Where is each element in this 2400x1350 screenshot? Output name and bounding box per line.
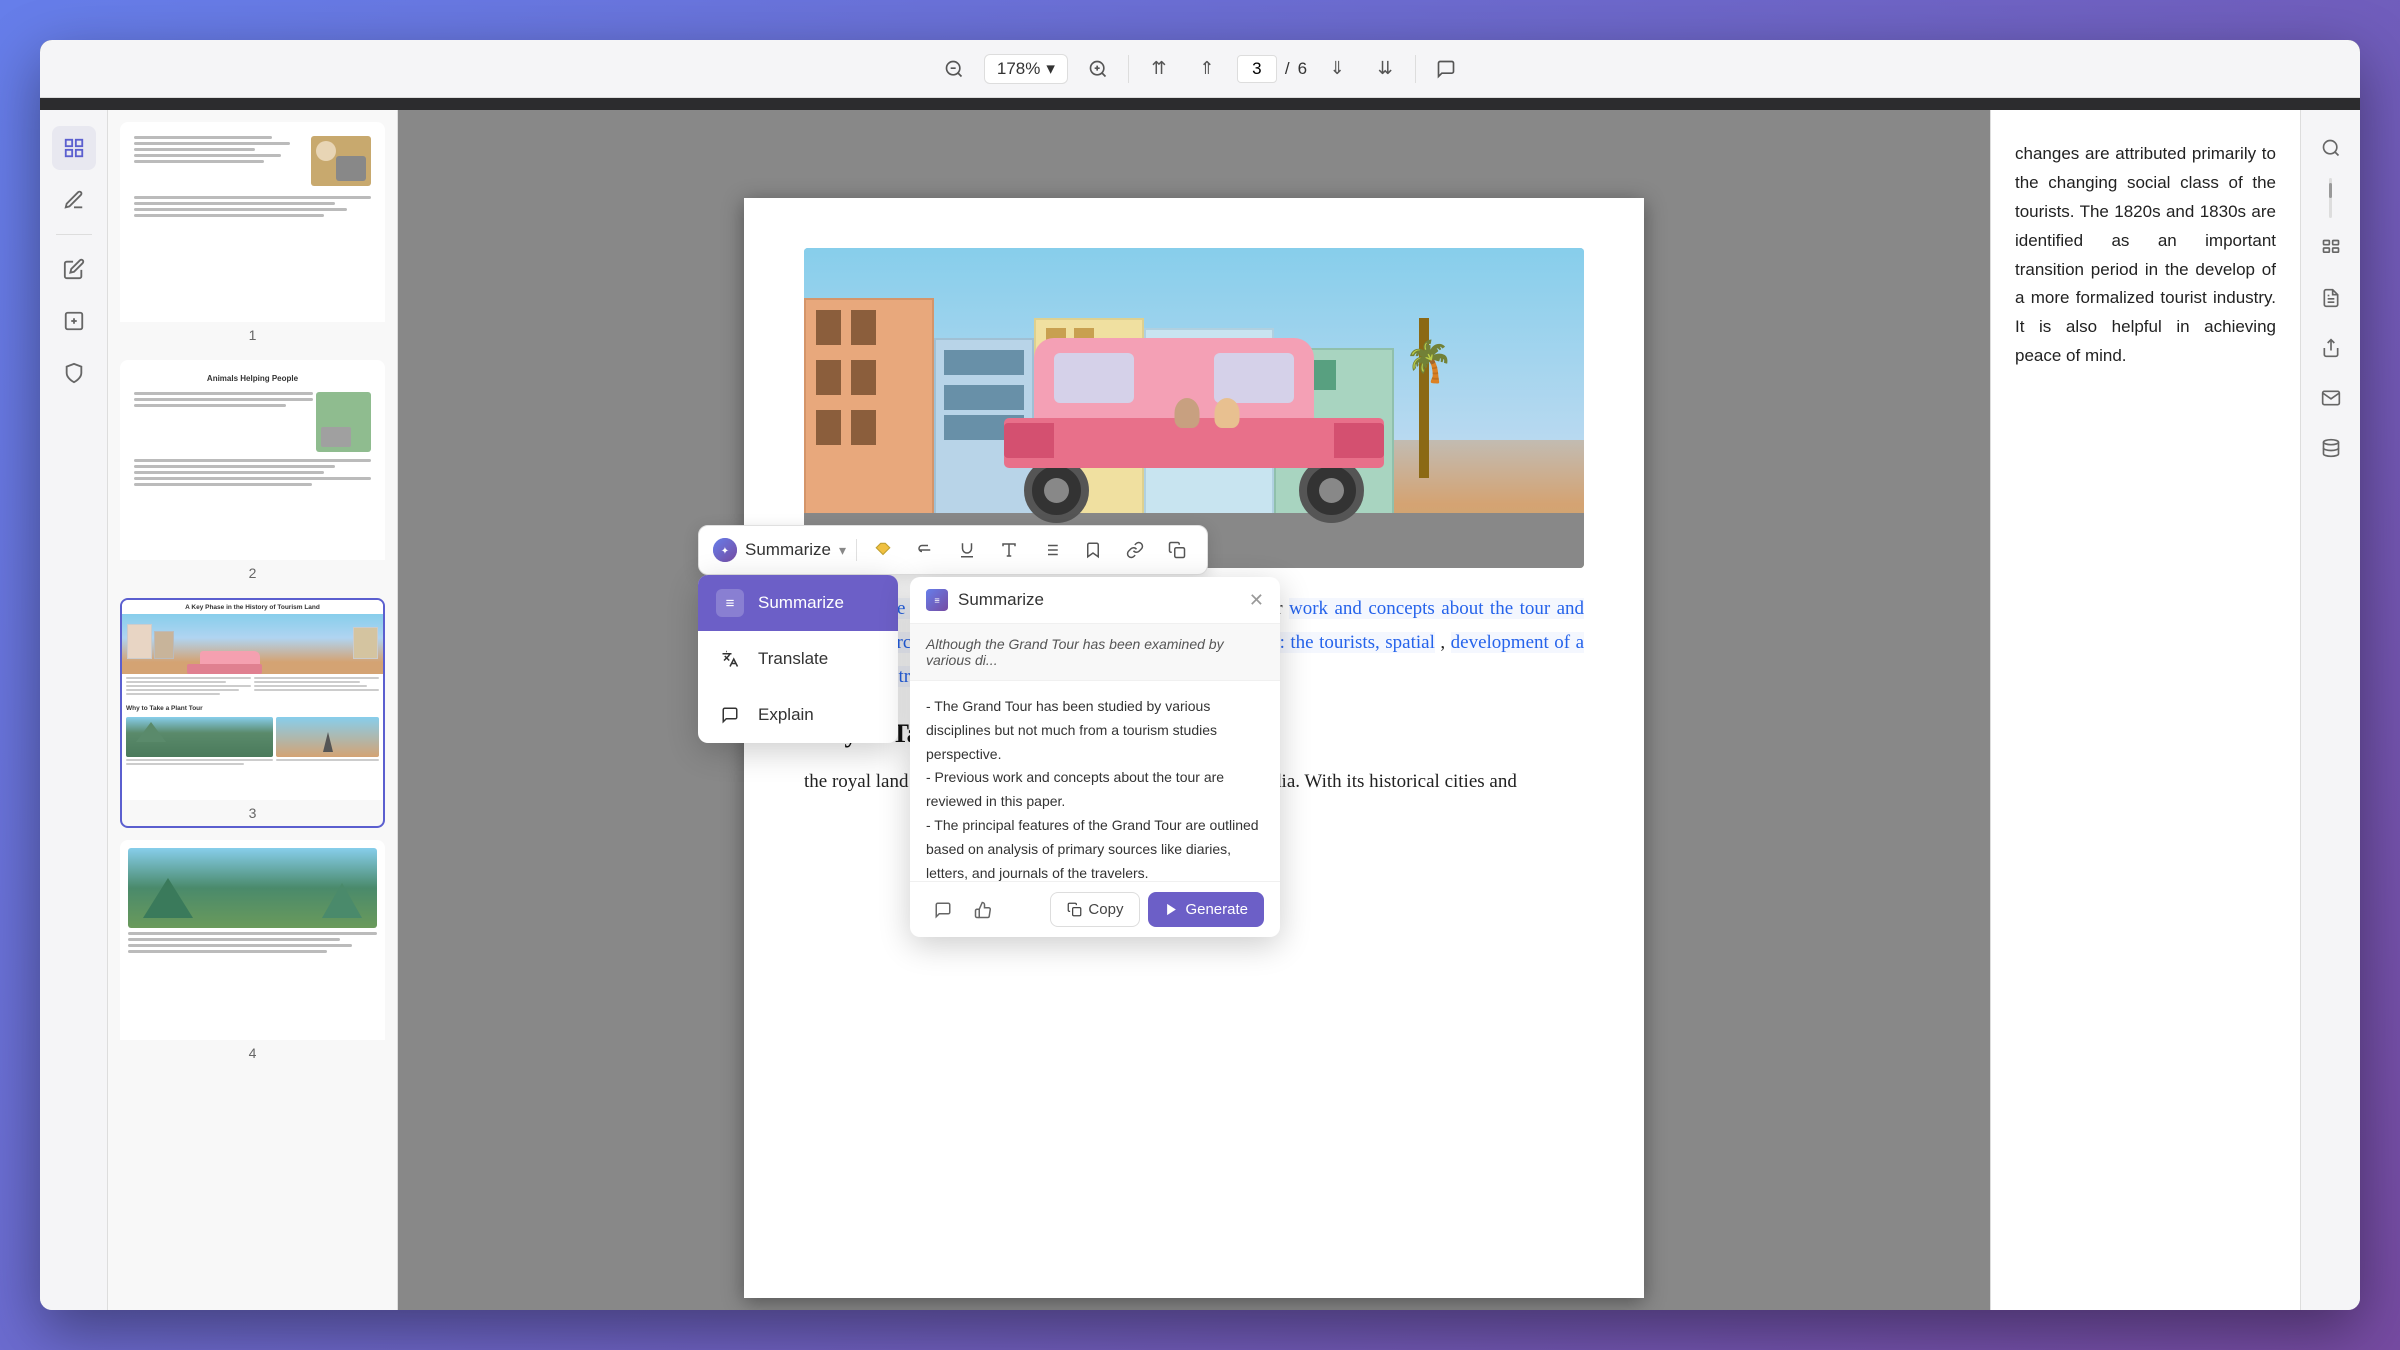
bookmark-btn[interactable] — [1077, 534, 1109, 566]
sidebar-thumbnails-btn[interactable] — [52, 126, 96, 170]
summarize-panel-content: - The Grand Tour has been studied by var… — [910, 681, 1280, 881]
thumbnail-page-3[interactable]: A Key Phase in the History of Tourism La… — [120, 598, 385, 828]
thumb-1-image — [120, 122, 385, 322]
summarize-panel-footer: Copy Generate — [910, 881, 1280, 937]
copy-result-btn[interactable]: Copy — [1050, 892, 1140, 927]
panel-title-text: Summarize — [958, 590, 1044, 610]
scroll-indicator — [2309, 176, 2353, 220]
unselected-text-5: , — [1440, 632, 1450, 653]
summarize-panel-title: ≡ Summarize — [926, 589, 1044, 611]
share-right-btn[interactable] — [2309, 326, 2353, 370]
svg-text:≡: ≡ — [934, 596, 939, 606]
summarize-menu-label: Summarize — [758, 593, 844, 613]
svg-text:✦: ✦ — [721, 546, 729, 557]
summarize-panel-preview: Although the Grand Tour has been examine… — [910, 624, 1280, 681]
app-window: UPDF File Help ▾ pets report ✕ + ⌄ B — [40, 40, 2360, 1310]
feedback-btn[interactable] — [926, 893, 960, 927]
text-btn[interactable] — [993, 534, 1025, 566]
right-panel-text: changes are attributed primarily to the … — [2015, 140, 2276, 371]
copy-icon-btn[interactable] — [1161, 534, 1193, 566]
link-btn[interactable] — [1119, 534, 1151, 566]
highlight-btn[interactable] — [867, 534, 899, 566]
thumb-2-image: Animals Helping People — [120, 360, 385, 560]
explain-menu-icon — [716, 701, 744, 729]
summarize-icon: ✦ — [713, 538, 737, 562]
thumb-1-label: 1 — [120, 322, 385, 348]
pdf-hero-image: 🌴 — [804, 248, 1584, 568]
dropdown-translate[interactable]: Translate — [698, 631, 898, 687]
summary-text: - The Grand Tour has been studied by var… — [926, 695, 1264, 881]
pdf-area: 🌴 — [398, 110, 1990, 1310]
right-tools — [2300, 110, 2360, 1310]
car-scene: 🌴 — [804, 248, 1584, 568]
summarize-result-panel: ≡ Summarize ✕ Although the Grand Tour ha… — [910, 577, 1280, 937]
summarize-main-btn[interactable]: ✦ Summarize ▾ — [713, 538, 846, 562]
sidebar-protect-btn[interactable] — [52, 351, 96, 395]
thumb-3-label: 3 — [122, 800, 383, 826]
thumb-4-image — [120, 840, 385, 1040]
summarize-dropdown: ≡ Summarize Translate — [698, 575, 898, 743]
export-right-btn[interactable] — [2309, 276, 2353, 320]
sidebar-icons — [40, 110, 108, 1310]
summarize-menu-icon: ≡ — [716, 589, 744, 617]
translate-menu-icon — [716, 645, 744, 673]
explain-menu-label: Explain — [758, 705, 814, 725]
thumbnail-panel: 1 Animals Helping People — [108, 110, 398, 1310]
summarize-dropdown-arrow: ▾ — [839, 542, 846, 559]
thumb-up-btn[interactable] — [966, 893, 1000, 927]
thumbnail-right-btn[interactable] — [2309, 226, 2353, 270]
generate-btn-label: Generate — [1185, 901, 1248, 918]
panel-close-btn[interactable]: ✕ — [1249, 590, 1264, 611]
translate-menu-label: Translate — [758, 649, 828, 669]
sidebar-annotate-btn[interactable] — [52, 178, 96, 222]
sidebar-divider — [56, 234, 92, 235]
summarize-label: Summarize — [745, 540, 831, 560]
toolbar-sep — [856, 539, 857, 561]
strikethrough-btn[interactable] — [909, 534, 941, 566]
thumb-2-label: 2 — [120, 560, 385, 586]
email-right-btn[interactable] — [2309, 376, 2353, 420]
underline-btn[interactable] — [951, 534, 983, 566]
generate-btn[interactable]: Generate — [1148, 892, 1264, 927]
copy-btn-label: Copy — [1088, 901, 1123, 918]
thumbnail-page-4[interactable]: 4 — [120, 840, 385, 1066]
sidebar-forms-btn[interactable] — [52, 299, 96, 343]
summarize-panel-header: ≡ Summarize ✕ — [910, 577, 1280, 624]
storage-right-btn[interactable] — [2309, 426, 2353, 470]
thumb-4-label: 4 — [120, 1040, 385, 1066]
summarize-toolbar[interactable]: ✦ Summarize ▾ — [698, 525, 1208, 575]
dropdown-summarize[interactable]: ≡ Summarize — [698, 575, 898, 631]
list-btn[interactable] — [1035, 534, 1067, 566]
right-text-panel: changes are attributed primarily to the … — [1990, 110, 2300, 1310]
search-right-btn[interactable] — [2309, 126, 2353, 170]
thumb-3-image: A Key Phase in the History of Tourism La… — [122, 600, 383, 800]
sidebar-edit-btn[interactable] — [52, 247, 96, 291]
main-layout: 1 Animals Helping People — [40, 110, 2360, 1310]
dropdown-explain[interactable]: Explain — [698, 687, 898, 743]
thumbnail-page-2[interactable]: Animals Helping People — [120, 360, 385, 586]
thumbnail-page-1[interactable]: 1 — [120, 122, 385, 348]
